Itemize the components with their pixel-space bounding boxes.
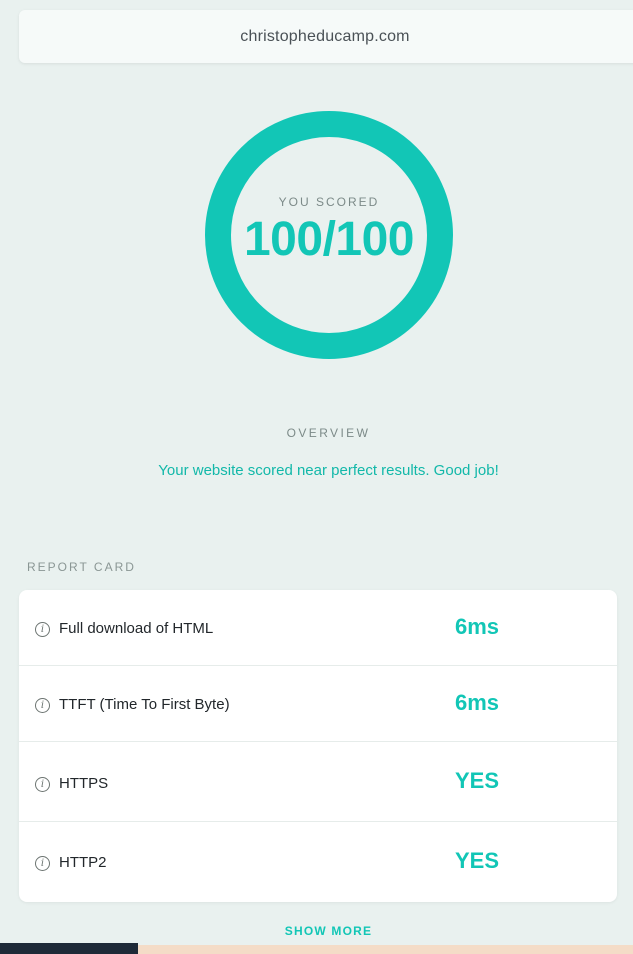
metric-label: HTTP2 [59, 854, 107, 871]
metric-label: Full download of HTML [59, 620, 214, 637]
site-url: christopheducamp.com [240, 27, 410, 45]
report-row-http2: i HTTP2 YES [19, 822, 617, 902]
info-icon[interactable]: i [35, 777, 50, 792]
score-value: 100/100 [243, 213, 415, 266]
overview-label: OVERVIEW [286, 426, 371, 440]
metric-label: HTTPS [59, 775, 109, 792]
report-row-ttft: i TTFT (Time To First Byte) 6ms [19, 666, 617, 742]
show-more-button[interactable]: SHOW MORE [0, 924, 633, 938]
info-icon[interactable]: i [35, 698, 50, 713]
metric-value: YES [454, 768, 500, 793]
metric-value: 6ms [454, 614, 500, 639]
overview-message: Your website scored near perfect results… [158, 462, 499, 479]
report-card: i Full download of HTML 6ms i TTFT (Time… [19, 590, 617, 902]
menu-bar-strip [138, 945, 633, 954]
metric-value: YES [454, 848, 500, 873]
taskbar-strip [0, 943, 138, 954]
report-row-html-download: i Full download of HTML 6ms [19, 590, 617, 666]
score-caption: YOU SCORED [278, 195, 380, 209]
report-row-https: i HTTPS YES [19, 742, 617, 822]
url-bar: christopheducamp.com [19, 10, 633, 63]
metric-label: TTFT (Time To First Byte) [59, 696, 230, 713]
metric-value: 6ms [454, 690, 500, 715]
info-icon[interactable]: i [35, 856, 50, 871]
report-card-label: REPORT CARD [27, 560, 136, 574]
info-icon[interactable]: i [35, 622, 50, 637]
